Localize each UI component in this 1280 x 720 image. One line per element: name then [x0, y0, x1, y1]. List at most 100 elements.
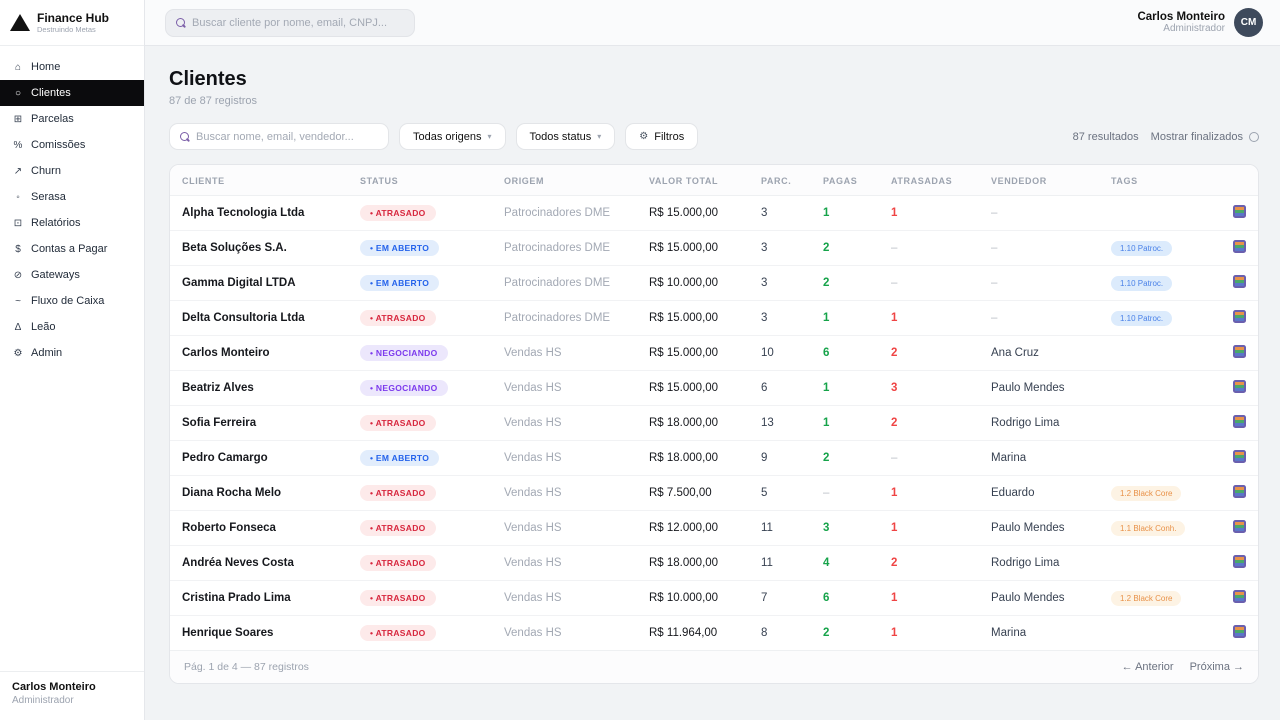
sidebar-item-relatorios[interactable]: ⊡ Relatórios — [0, 210, 144, 236]
column-header: VENDEDOR — [979, 165, 1099, 196]
sidebar-item-parcelas[interactable]: ⊞ Parcelas — [0, 106, 144, 132]
cell-actions — [1214, 195, 1258, 231]
sidebar-item-comissoes[interactable]: % Comissões — [0, 132, 144, 158]
sidebar-item-label: Admin — [31, 347, 63, 359]
cell-vendedor: – — [979, 300, 1099, 336]
table-row[interactable]: Diana Rocha Melo • ATRASADO Vendas HS R$… — [170, 475, 1258, 511]
cell-valor: R$ 15.000,00 — [637, 335, 749, 371]
content: Clientes 87 de 87 registros Buscar nome,… — [145, 46, 1280, 720]
user-block[interactable]: Carlos Monteiro Administrador CM — [1137, 8, 1263, 37]
sidebar-item-churn[interactable]: ↗ Churn — [0, 158, 144, 184]
cell-valor: R$ 18.000,00 — [637, 405, 749, 441]
cell-origem: Vendas HS — [492, 405, 637, 441]
status-badge: • ATRASADO — [360, 485, 436, 501]
row-action-icon[interactable] — [1233, 415, 1246, 428]
fluxo-de-caixa-icon: ~ — [15, 295, 21, 307]
sidebar-item-leao[interactable]: Δ Leão — [0, 314, 144, 340]
table-row[interactable]: Cristina Prado Lima • ATRASADO Vendas HS… — [170, 580, 1258, 616]
row-action-icon[interactable] — [1233, 625, 1246, 638]
sidebar-item-admin[interactable]: ⚙ Admin — [0, 340, 144, 366]
origin-dropdown[interactable]: Todas origens ▾ — [399, 123, 506, 150]
parcelas-icon: ⊞ — [13, 113, 23, 125]
filters-button-label: Filtros — [654, 130, 685, 143]
table-search-placeholder: Buscar nome, email, vendedor... — [196, 130, 354, 143]
row-action-icon[interactable] — [1233, 485, 1246, 498]
cell-valor: R$ 15.000,00 — [637, 300, 749, 336]
table-row[interactable]: Carlos Monteiro • NEGOCIANDO Vendas HS R… — [170, 335, 1258, 371]
table-row[interactable]: Beatriz Alves • NEGOCIANDO Vendas HS R$ … — [170, 370, 1258, 406]
sidebar-item-label: Parcelas — [31, 113, 74, 125]
sidebar-item-fluxo-de-caixa[interactable]: ~ Fluxo de Caixa — [0, 288, 144, 314]
sidebar-item-gateways[interactable]: ⊘ Gateways — [0, 262, 144, 288]
clients-table: CLIENTE STATUS ORIGEM VALOR TOTAL PARC. PAGAS… — [170, 165, 1258, 650]
home-icon: ⌂ — [14, 61, 22, 73]
status-badge: • ATRASADO — [360, 415, 436, 431]
cell-tags — [1099, 616, 1214, 651]
cell-tags: 1.10 Patroc. — [1099, 300, 1214, 336]
cell-atrasadas: – — [879, 265, 979, 301]
row-action-icon[interactable] — [1233, 345, 1246, 358]
cell-tags — [1099, 370, 1214, 406]
table-row[interactable]: Alpha Tecnologia Ltda • ATRASADO Patroci… — [170, 195, 1258, 231]
row-action-icon[interactable] — [1233, 380, 1246, 393]
table-row[interactable]: Pedro Camargo • EM ABERTO Vendas HS R$ 1… — [170, 440, 1258, 476]
sidebar-item-label: Contas a Pagar — [31, 243, 108, 255]
tag-badge: 1.2 Black Core — [1111, 485, 1182, 501]
cell-valor: R$ 11.964,00 — [649, 627, 718, 639]
table-row[interactable]: Delta Consultoria Ltda • ATRASADO Patroc… — [170, 300, 1258, 336]
cell-parc: 9 — [749, 440, 811, 476]
table-row[interactable]: Henrique Soares • ATRASADO Vendas HS R$ … — [170, 616, 1258, 651]
cell-status: • ATRASADO — [348, 616, 492, 651]
column-header: STATUS — [348, 165, 492, 196]
cell-pagas: 2 — [811, 440, 879, 476]
status-dropdown[interactable]: Todos status ▾ — [515, 123, 616, 150]
cell-valor: R$ 7.500,00 — [637, 475, 749, 511]
table-row[interactable]: Beta Soluções S.A. • EM ABERTO Patrocina… — [170, 230, 1258, 266]
status-badge: • ATRASADO — [360, 310, 436, 326]
sidebar-item-home[interactable]: ⌂ Home — [0, 54, 144, 80]
cell-origem: Patrocinadores DME — [492, 300, 637, 336]
row-action-icon[interactable] — [1233, 520, 1246, 533]
cell-tags: 1.2 Black Core — [1099, 475, 1214, 511]
prev-page-button[interactable]: ← Anterior — [1122, 661, 1174, 673]
next-page-button[interactable]: Próxima → — [1190, 661, 1244, 673]
row-action-icon[interactable] — [1233, 275, 1246, 288]
avatar[interactable]: CM — [1234, 8, 1263, 37]
cell-status: • ATRASADO — [348, 405, 492, 441]
table-row[interactable]: Roberto Fonseca • ATRASADO Vendas HS R$ … — [170, 510, 1258, 546]
cell-pagas: 3 — [811, 510, 879, 546]
table-row[interactable]: Andréa Neves Costa • ATRASADO Vendas HS … — [170, 545, 1258, 581]
sidebar-item-serasa[interactable]: ◦ Serasa — [0, 184, 144, 210]
sidebar-item-contas-a-pagar[interactable]: $ Contas a Pagar — [0, 236, 144, 262]
search-icon — [180, 132, 189, 141]
cell-valor: R$ 15.000,00 — [637, 195, 749, 231]
global-search-input[interactable]: Buscar cliente por nome, email, CNPJ... — [165, 8, 415, 37]
comissoes-icon: % — [13, 139, 23, 151]
row-action-icon[interactable] — [1233, 205, 1246, 218]
status-badge: • EM ABERTO — [360, 275, 440, 291]
leao-icon: Δ — [14, 321, 22, 333]
show-finished-toggle[interactable]: Mostrar finalizados — [1151, 131, 1259, 143]
cell-cliente: Gamma Digital LTDA — [170, 265, 348, 301]
table-row[interactable]: Sofia Ferreira • ATRASADO Vendas HS R$ 1… — [170, 405, 1258, 441]
cell-valor: R$ 15.000,00 — [637, 230, 749, 266]
table-row[interactable]: Gamma Digital LTDA • EM ABERTO Patrocina… — [170, 265, 1258, 301]
cell-status: • NEGOCIANDO — [348, 370, 492, 406]
user-name: Carlos Monteiro — [1137, 11, 1225, 23]
sidebar-item-clientes[interactable]: ○ Clientes — [0, 80, 144, 106]
row-action-icon[interactable] — [1233, 590, 1246, 603]
contas-a-pagar-icon: $ — [15, 243, 21, 255]
row-action-icon[interactable] — [1233, 240, 1246, 253]
row-action-icon[interactable] — [1233, 450, 1246, 463]
row-action-icon[interactable] — [1233, 555, 1246, 568]
filters-button[interactable]: ⚙ Filtros — [625, 123, 699, 150]
table-search-input[interactable]: Buscar nome, email, vendedor... — [169, 123, 389, 150]
cell-tags — [1099, 545, 1214, 581]
churn-icon: ↗ — [13, 165, 23, 177]
cell-valor: R$ 18.000,00 — [637, 440, 749, 476]
cell-parc: 3 — [749, 265, 811, 301]
tag-badge: 1.10 Patroc. — [1111, 310, 1173, 326]
row-action-icon[interactable] — [1233, 310, 1246, 323]
status-badge: • ATRASADO — [360, 555, 436, 571]
sidebar-item-label: Churn — [31, 165, 61, 177]
